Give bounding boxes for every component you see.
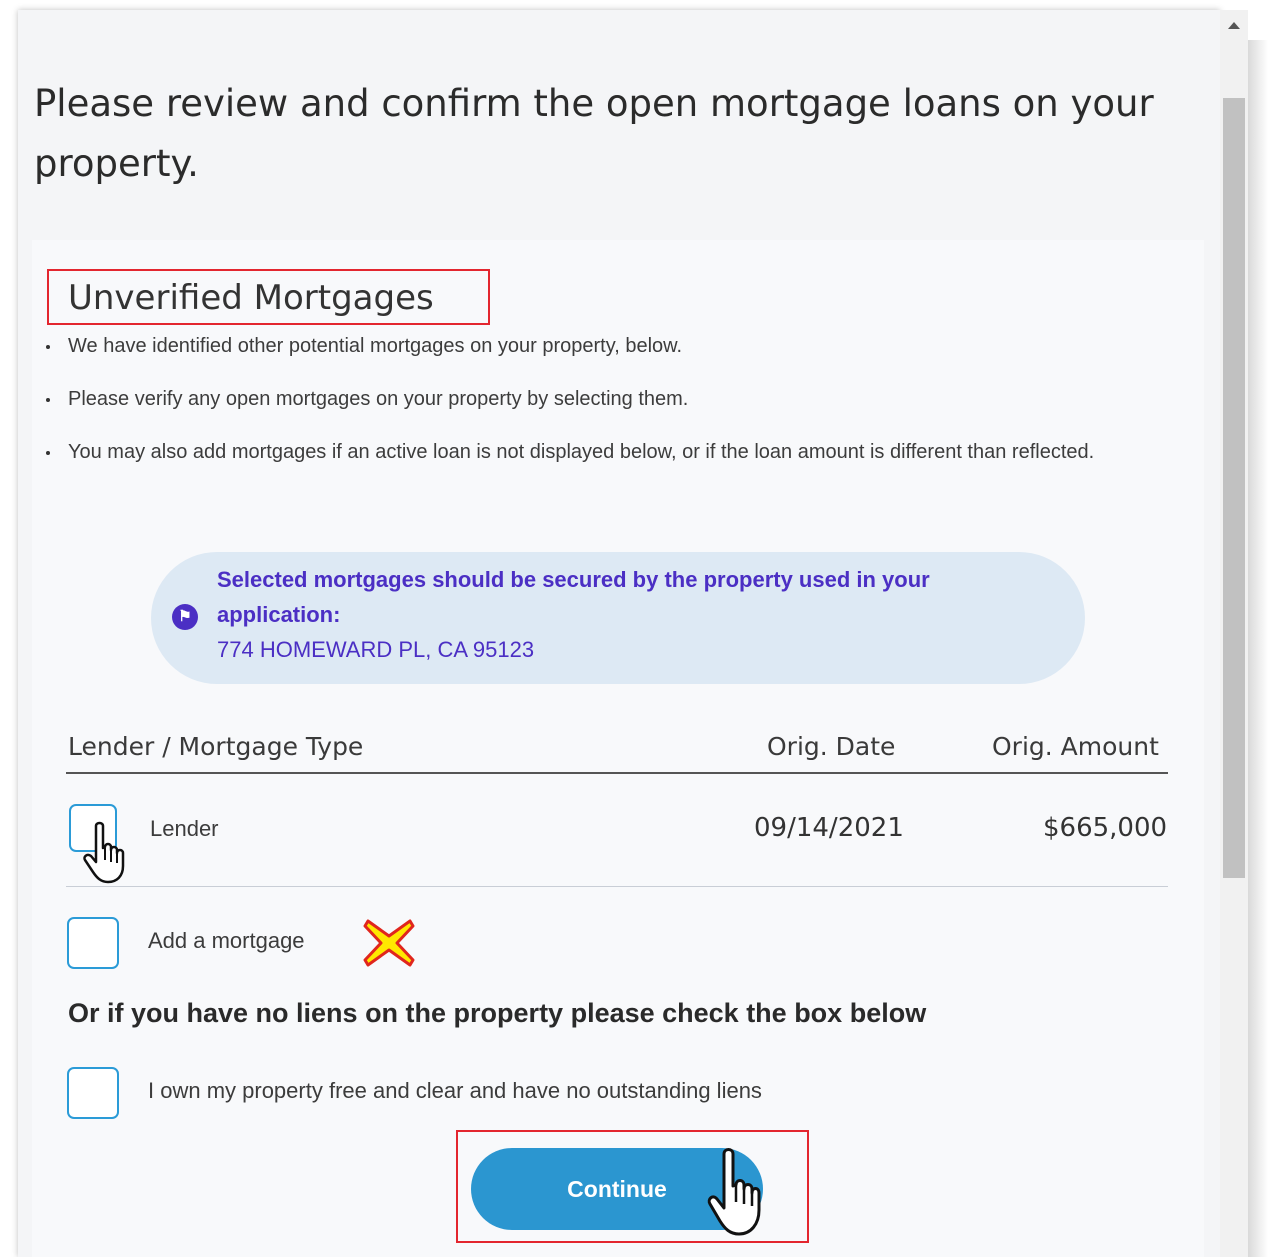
scroll-up-arrow-icon[interactable] [1228, 22, 1240, 29]
instruction-list: We have identified other potential mortg… [44, 328, 1184, 487]
instruction-item: Please verify any open mortgages on your… [44, 381, 1184, 418]
notice-text: Selected mortgages should be secured by … [217, 562, 977, 667]
free-and-clear-label: I own my property free and clear and hav… [148, 1078, 762, 1103]
orig-date: 09/14/2021 [754, 813, 904, 843]
add-mortgage-label: Add a mortgage [148, 928, 305, 953]
vertical-scrollbar[interactable] [1220, 10, 1248, 1257]
instruction-item: You may also add mortgages if an active … [44, 434, 1184, 471]
annotation-highlight-title [47, 269, 490, 325]
orig-amount: $665,000 [1043, 813, 1168, 843]
hand-pointer-icon [83, 821, 125, 884]
property-notice: ⚑ Selected mortgages should be secured b… [151, 552, 1085, 684]
free-and-clear-checkbox[interactable] [67, 1067, 119, 1119]
row-divider [66, 886, 1168, 887]
notice-message: Selected mortgages should be secured by … [217, 567, 930, 627]
flag-icon: ⚑ [172, 604, 198, 630]
notice-address: 774 HOMEWARD PL, CA 95123 [217, 637, 535, 662]
add-mortgage-checkbox[interactable] [67, 917, 119, 969]
page-title: Please review and confirm the open mortg… [34, 82, 1154, 185]
header-divider [66, 772, 1168, 774]
annotation-x-icon [363, 919, 415, 967]
instruction-item: We have identified other potential mortg… [44, 328, 1184, 365]
window-edge [1248, 40, 1268, 1257]
scroll-thumb[interactable] [1223, 98, 1245, 878]
no-liens-heading: Or if you have no liens on the property … [68, 998, 927, 1028]
column-header-amount: Orig. Amount [992, 732, 1159, 761]
lender-name: Lender [150, 816, 219, 841]
hand-pointer-icon [707, 1148, 761, 1236]
column-header-lender: Lender / Mortgage Type [68, 732, 364, 761]
column-header-date: Orig. Date [767, 732, 896, 761]
